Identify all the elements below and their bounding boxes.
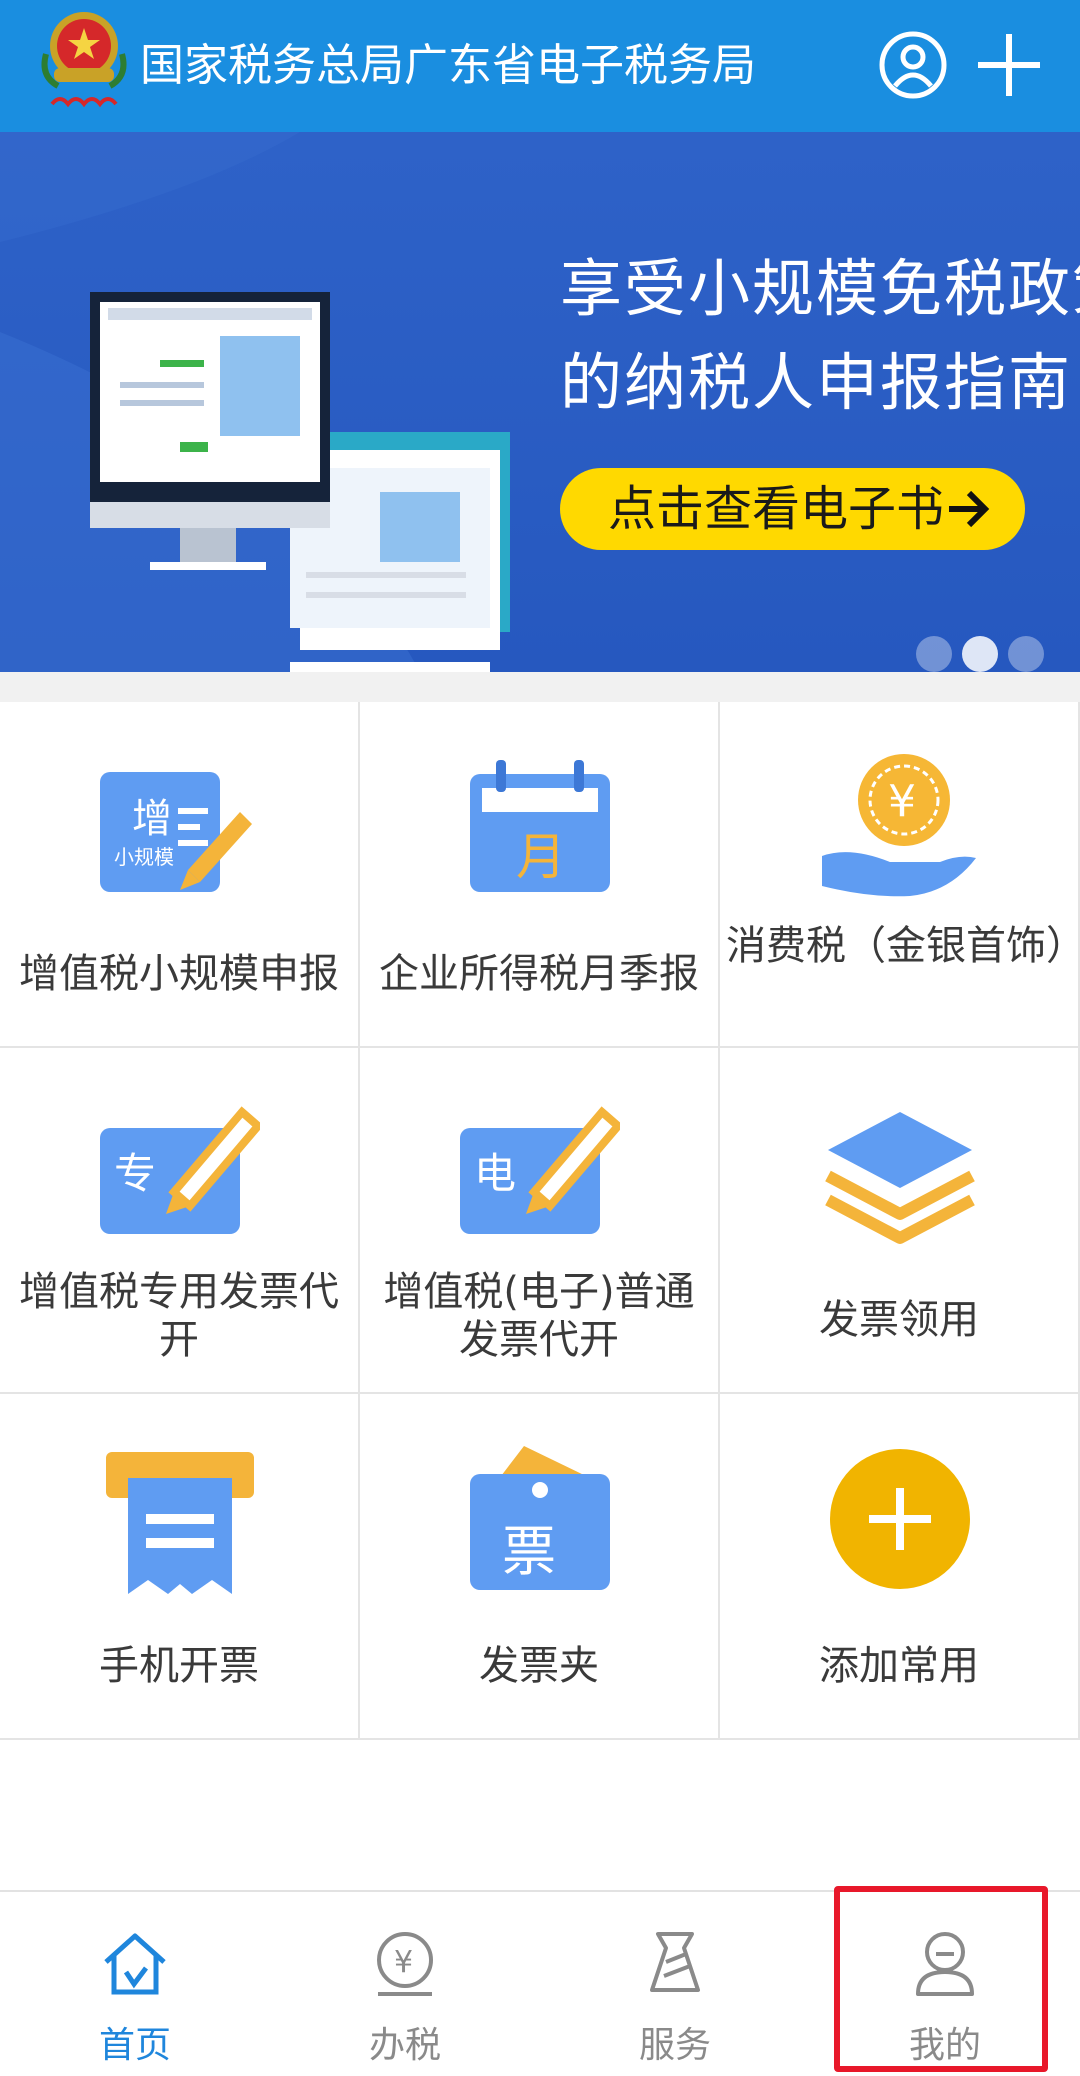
grid-item-label: 手机开票 [99,1643,259,1689]
electronic-invoice-icon: 电 [460,1106,620,1234]
svg-text:电: 电 [474,1149,516,1198]
banner-headline-line1: 享受小规模免税政策 [560,252,1080,325]
service-tie-icon [650,1932,700,1992]
grid-item-consumption-tax[interactable]: ¥ 消费税（金银首饰） [720,702,1080,1048]
nav-item-service[interactable]: 服务 [540,1892,810,2076]
grid-item-corporate-income-tax[interactable]: 月 企业所得税月季报 [360,702,720,1048]
view-ebook-label: 点击查看电子书 [608,481,945,537]
profile-icon [916,1932,974,1996]
document-illustration-icon [90,292,510,672]
user-circle-icon[interactable] [878,30,948,100]
grid-item-label: 企业所得税月季报 [379,951,699,997]
tax-emblem-icon [41,12,127,108]
grid-item-invoice-requisition[interactable]: 发票领用 [720,1048,1080,1394]
nav-label: 我的 [908,2025,981,2066]
app-title: 国家税务总局广东省电子税务局 [140,40,756,91]
tax-coin-icon: ¥ [377,1932,433,1996]
plus-icon[interactable] [974,30,1044,100]
grid-item-label: 发票领用 [819,1297,979,1343]
grid-item-label: 消费税（金银首饰） [726,923,1080,969]
grid-item-label: 增值税专用发票代开 [19,1269,339,1363]
banner-page-dot-active[interactable] [962,636,998,672]
bottom-navigation: 首页 ¥ 办税 服务 我的 [0,1890,1080,2076]
top-bar: 国家税务总局广东省电子税务局 [0,0,1080,132]
coin-hand-icon: ¥ [822,754,976,897]
svg-text:增: 增 [132,796,172,842]
nav-item-home[interactable]: 首页 [0,1892,270,2076]
svg-text:票: 票 [502,1520,556,1583]
svg-text:小规模: 小规模 [114,845,174,869]
grid-item-label: 发票夹 [479,1643,599,1689]
grid-item-mobile-invoicing[interactable]: 手机开票 [0,1394,360,1740]
grid-item-add-favorite[interactable]: 添加常用 [720,1394,1080,1740]
home-icon [104,1933,166,1995]
calendar-month-icon: 月 [470,760,610,892]
svg-text:专: 专 [114,1149,156,1198]
grid-item-vat-special-invoice[interactable]: 专 增值税专用发票代开 [0,1048,360,1394]
nav-label: 服务 [638,2025,711,2066]
svg-text:¥: ¥ [888,776,916,827]
nav-label: 首页 [98,2025,171,2066]
svg-text:月: 月 [516,828,566,886]
arrow-right-icon [949,490,990,528]
receipt-printer-icon [106,1452,254,1594]
special-invoice-icon: 专 [100,1106,260,1234]
grid-item-vat-small-scale[interactable]: 增 小规模 增值税小规模申报 [0,702,360,1048]
invoice-folder-icon: 票 [470,1446,610,1590]
banner-page-dot[interactable] [916,636,952,672]
view-ebook-button[interactable]: 点击查看电子书 [560,468,1025,550]
add-circle-icon [830,1449,970,1589]
grid-item-e-invoice[interactable]: 电 增值税(电子)普通发票代开 [360,1048,720,1394]
nav-label: 办税 [368,2025,441,2066]
nav-item-tax[interactable]: ¥ 办税 [270,1892,540,2076]
grid-item-label: 添加常用 [819,1643,979,1689]
banner-page-dot[interactable] [1008,636,1044,672]
banner-headline-line2: 的纳税人申报指南 [560,346,1073,419]
nav-item-mine[interactable]: 我的 [810,1892,1080,2076]
section-divider [0,672,1080,702]
vat-small-scale-icon: 增 小规模 [100,772,252,892]
promo-banner[interactable]: 享受小规模免税政策 的纳税人申报指南 点击查看电子书 [0,132,1080,672]
quick-actions-grid: 增 小规模 增值税小规模申报 月 企业所得税月季报 ¥ 消费税（金银首饰） 专 … [0,702,1080,1740]
grid-item-invoice-folder[interactable]: 票 发票夹 [360,1394,720,1740]
svg-text:¥: ¥ [394,1945,413,1980]
grid-item-label: 增值税(电子)普通发票代开 [383,1269,695,1363]
grid-item-label: 增值税小规模申报 [19,951,339,997]
layers-icon [825,1112,975,1244]
